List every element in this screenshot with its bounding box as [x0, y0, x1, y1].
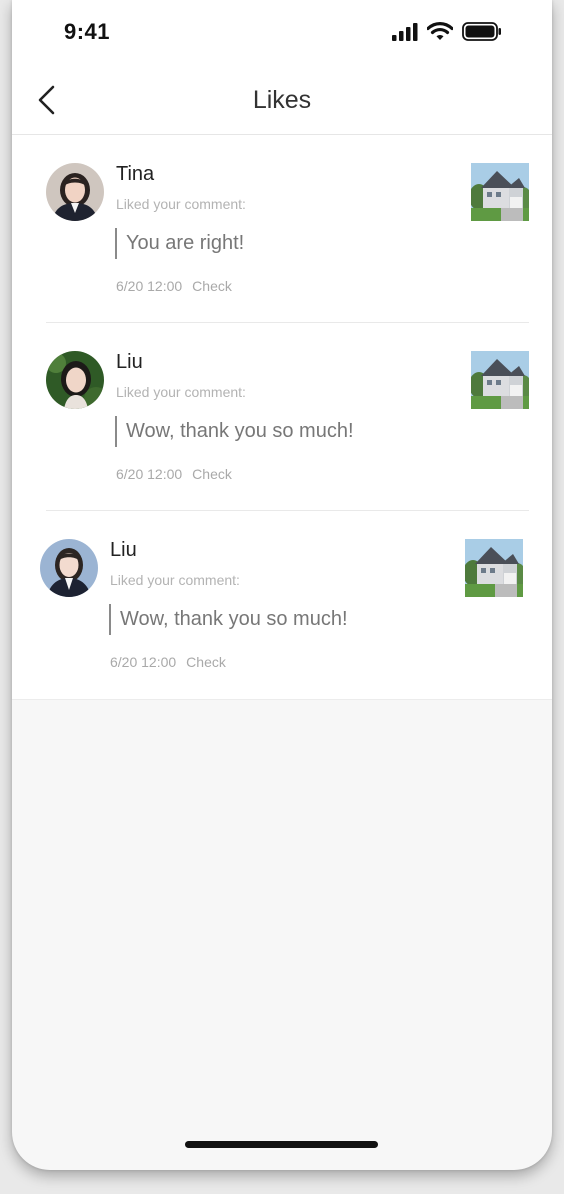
house-thumbnail[interactable]: [471, 163, 529, 221]
cellular-signal-icon: [392, 22, 418, 41]
wifi-icon: [427, 22, 453, 40]
liked-label: Liked your comment:: [116, 196, 246, 212]
comment-quote: You are right!: [115, 228, 244, 259]
house-thumbnail[interactable]: [471, 351, 529, 409]
check-link[interactable]: Check: [192, 466, 232, 482]
user-avatar[interactable]: [46, 351, 104, 409]
house-thumbnail[interactable]: [465, 539, 523, 597]
item-meta: 6/20 12:00 Check: [110, 654, 226, 670]
like-item[interactable]: Liu Liked your comment: Wow, thank you s…: [12, 511, 552, 699]
user-avatar[interactable]: [46, 163, 104, 221]
user-name[interactable]: Liu: [110, 539, 137, 562]
like-item[interactable]: Liu Liked your comment: Wow, thank you s…: [12, 323, 552, 511]
check-link[interactable]: Check: [192, 278, 232, 294]
user-name[interactable]: Tina: [116, 163, 154, 186]
timestamp: 6/20 12:00: [116, 466, 183, 482]
check-link[interactable]: Check: [186, 654, 226, 670]
comment-quote: Wow, thank you so much!: [109, 604, 348, 635]
item-meta: 6/20 12:00 Check: [116, 466, 232, 482]
liked-label: Liked your comment:: [116, 384, 246, 400]
liked-label: Liked your comment:: [110, 572, 240, 588]
timestamp: 6/20 12:00: [116, 278, 183, 294]
status-bar: 9:41: [12, 0, 552, 66]
phone-screen: 9:41 Likes Tina Liked your comment: You …: [12, 0, 552, 1170]
user-name[interactable]: Liu: [116, 351, 143, 374]
home-indicator[interactable]: [185, 1141, 378, 1148]
item-meta: 6/20 12:00 Check: [116, 278, 232, 294]
status-time: 9:41: [64, 19, 111, 44]
page-title: Likes: [252, 86, 312, 114]
comment-quote: Wow, thank you so much!: [115, 416, 354, 447]
battery-icon: [462, 22, 501, 41]
likes-list: Tina Liked your comment: You are right! …: [12, 135, 552, 700]
like-item[interactable]: Tina Liked your comment: You are right! …: [12, 135, 552, 323]
status-icons: [392, 22, 502, 41]
user-avatar[interactable]: [40, 539, 98, 597]
navigation-bar: Likes: [12, 66, 552, 135]
timestamp: 6/20 12:00: [110, 654, 177, 670]
